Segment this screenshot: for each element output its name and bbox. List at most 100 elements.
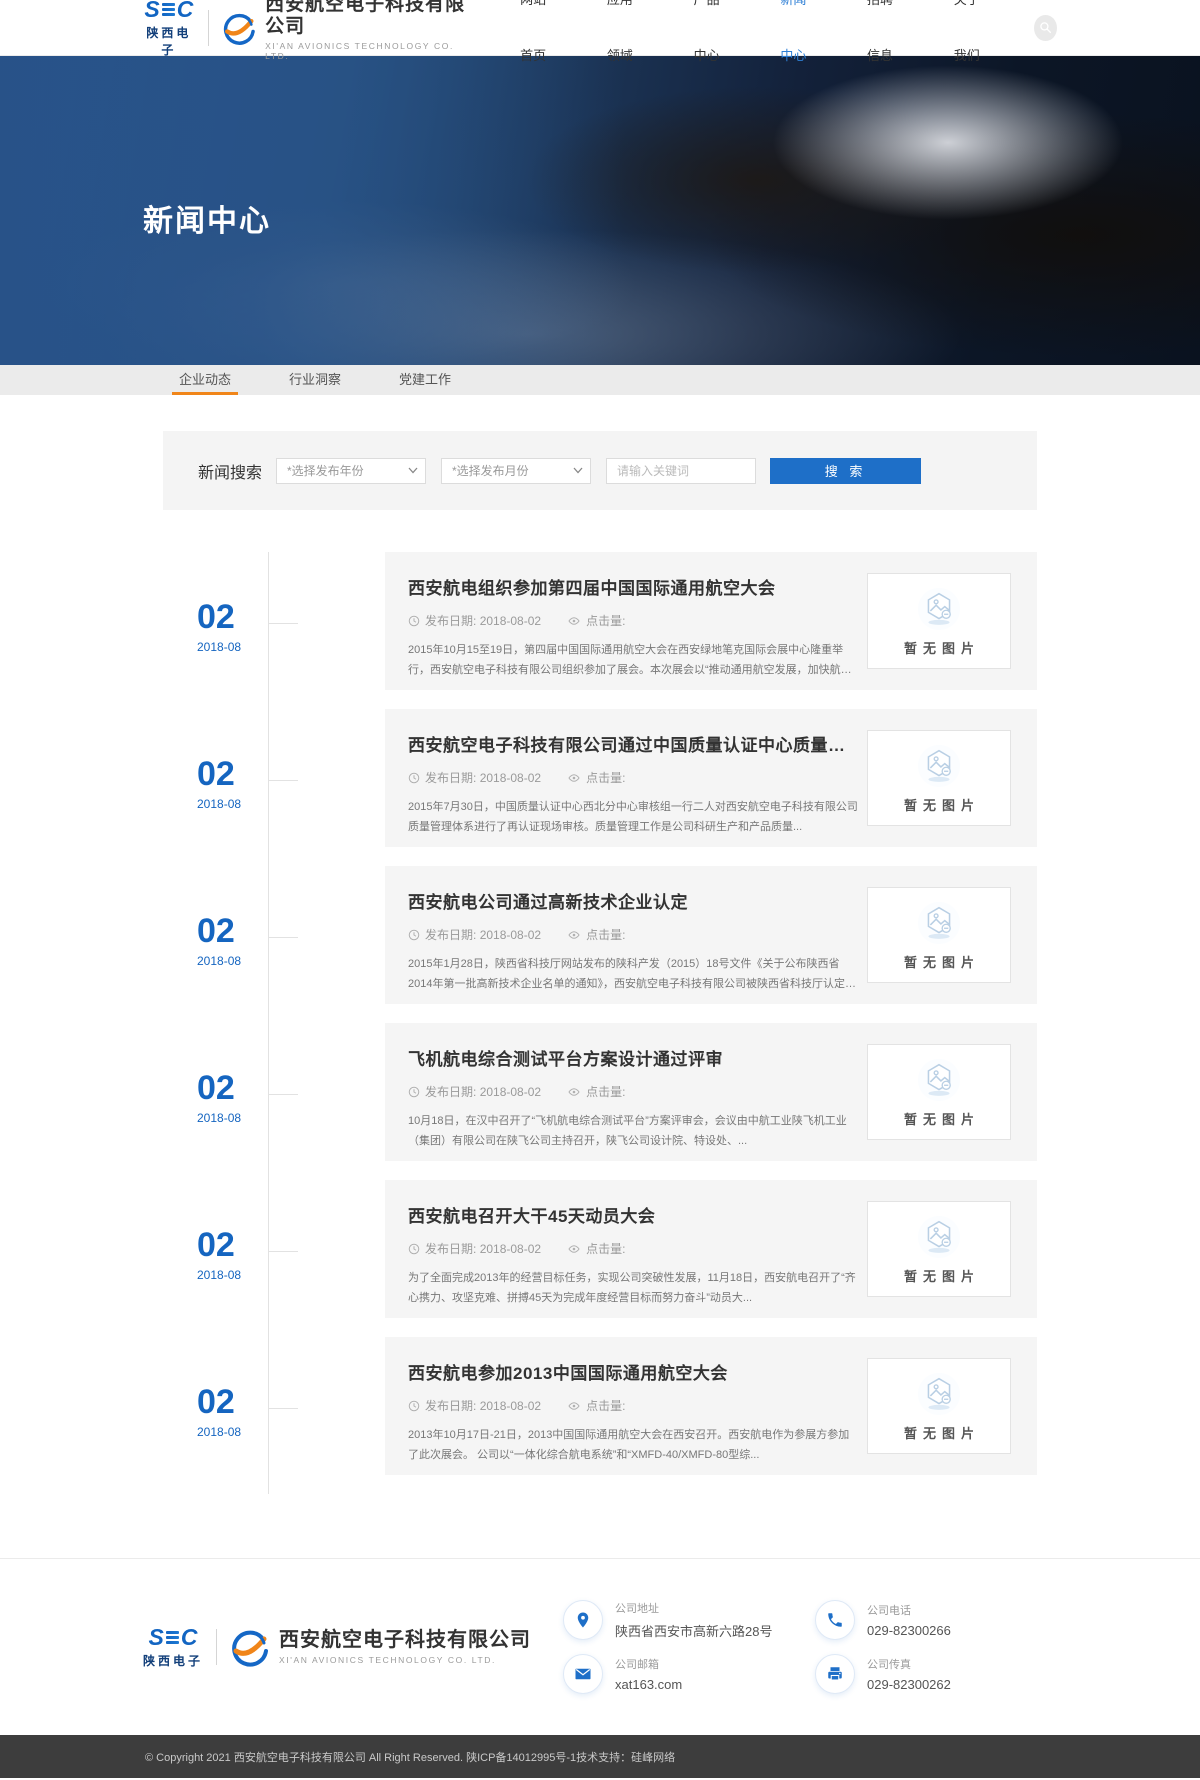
news-item-day: 02 bbox=[197, 1385, 241, 1419]
clock-icon bbox=[408, 929, 420, 941]
nav-item-4[interactable]: 招聘信息 bbox=[867, 0, 906, 84]
news-card[interactable]: 西安航电公司通过高新技术企业认定 发布日期: 2018-08-02 点击量: 2… bbox=[385, 866, 1037, 1004]
views-label: 点击量: bbox=[586, 769, 625, 786]
no-image-placeholder: 暂无图片 bbox=[867, 1201, 1011, 1297]
news-item-month: 2018-08 bbox=[197, 1425, 241, 1439]
views-icon bbox=[567, 1243, 581, 1255]
publish-date-value: 2018-08-02 bbox=[480, 1085, 541, 1099]
contact-label: 公司传真 bbox=[867, 1656, 951, 1672]
nav-item-1[interactable]: 应用领域 bbox=[607, 0, 646, 84]
news-item-excerpt: 2013年10月17日-21日，2013中国国际通用航空大会在西安召开。西安航电… bbox=[408, 1425, 858, 1465]
news-item-day: 02 bbox=[197, 1228, 241, 1262]
nav-item-3[interactable]: 新闻中心 bbox=[780, 0, 819, 84]
tab-0[interactable]: 企业动态 bbox=[172, 365, 238, 395]
category-tabbar: 企业动态 行业洞察 党建工作 bbox=[0, 365, 1200, 395]
views-label: 点击量: bbox=[586, 1083, 625, 1100]
views-icon bbox=[567, 772, 581, 784]
footer-brand: S C 陕西电子 西安航空电子科技有限公司 XI'AN AVIONICS TEC… bbox=[143, 1626, 531, 1669]
timeline-connector bbox=[268, 780, 298, 781]
news-item-month: 2018-08 bbox=[197, 1268, 241, 1282]
contact-value: 029-82300262 bbox=[867, 1677, 951, 1692]
news-card[interactable]: 西安航空电子科技有限公司通过中国质量认证中心质量管理体系再认证... 发布日期:… bbox=[385, 709, 1037, 847]
no-image-placeholder: 暂无图片 bbox=[867, 1358, 1011, 1454]
news-item-date-block: 02 2018-08 bbox=[197, 914, 241, 968]
publish-date-label: 发布日期: bbox=[425, 926, 476, 943]
company-name-en: XI'AN AVIONICS TECHNOLOGY CO. LTD. bbox=[265, 41, 472, 61]
chevron-down-icon bbox=[408, 467, 418, 474]
news-item-date-block: 02 2018-08 bbox=[197, 757, 241, 811]
search-button[interactable] bbox=[1034, 15, 1057, 41]
news-card[interactable]: 飞机航电综合测试平台方案设计通过评审 发布日期: 2018-08-02 点击量:… bbox=[385, 1023, 1037, 1161]
contact-icon-circle bbox=[815, 1654, 855, 1694]
contact-label: 公司电话 bbox=[867, 1602, 951, 1618]
news-item-title[interactable]: 飞机航电综合测试平台方案设计通过评审 bbox=[408, 1045, 848, 1070]
views-label: 点击量: bbox=[586, 612, 625, 629]
nav-item-5[interactable]: 关于我们 bbox=[954, 0, 993, 84]
footer-contact-item: 公司地址 陕西省西安市高新六路28号 bbox=[563, 1600, 815, 1640]
news-item-excerpt: 为了全面完成2013年的经营目标任务，实现公司突破性发展，11月18日，西安航电… bbox=[408, 1268, 858, 1308]
news-item-title[interactable]: 西安航电参加2013中国国际通用航空大会 bbox=[408, 1359, 848, 1384]
news-item-title[interactable]: 西安航空电子科技有限公司通过中国质量认证中心质量管理体系再认证... bbox=[408, 731, 848, 756]
timeline-connector bbox=[268, 1408, 298, 1409]
news-item-title[interactable]: 西安航电公司通过高新技术企业认定 bbox=[408, 888, 848, 913]
news-item-title[interactable]: 西安航电召开大干45天动员大会 bbox=[408, 1202, 848, 1227]
news-item-excerpt: 10月18日，在汉中召开了“飞机航电综合测试平台”方案评审会，会议由中航工业陕飞… bbox=[408, 1111, 858, 1151]
publish-date-value: 2018-08-02 bbox=[480, 1242, 541, 1256]
main-nav: 网站首页 应用领域 产品中心 新闻中心 招聘信息 关于我们 bbox=[472, 0, 1057, 84]
news-item[interactable]: 02 2018-08 西安航空电子科技有限公司通过中国质量认证中心质量管理体系再… bbox=[163, 709, 1037, 847]
no-image-placeholder: 暂无图片 bbox=[867, 573, 1011, 669]
company-name: 西安航空电子科技有限公司 bbox=[265, 0, 472, 38]
views-icon bbox=[567, 929, 581, 941]
news-item-day: 02 bbox=[197, 1071, 241, 1105]
news-item-month: 2018-08 bbox=[197, 1111, 241, 1125]
news-item-excerpt: 2015年1月28日，陕西省科技厅网站发布的陕科产发（2015）18号文件《关于… bbox=[408, 954, 858, 994]
header-brand: S C 陕西电子 西安航空电子科技有限公司 XI'AN AVIONICS TEC… bbox=[143, 0, 472, 61]
views-icon bbox=[567, 1086, 581, 1098]
nav-item-2[interactable]: 产品中心 bbox=[694, 0, 733, 84]
search-submit-button[interactable]: 搜 索 bbox=[770, 458, 921, 484]
news-item[interactable]: 02 2018-08 西安航电参加2013中国国际通用航空大会 发布日期: 20… bbox=[163, 1337, 1037, 1475]
news-item-day: 02 bbox=[197, 757, 241, 791]
no-image-text: 暂无图片 bbox=[898, 1423, 980, 1442]
month-select[interactable]: *选择发布月份 bbox=[441, 458, 591, 484]
sec-logo-bars bbox=[162, 3, 175, 16]
nav-item-0[interactable]: 网站首页 bbox=[520, 0, 559, 84]
news-card[interactable]: 西安航电参加2013中国国际通用航空大会 发布日期: 2018-08-02 点击… bbox=[385, 1337, 1037, 1475]
news-item-excerpt: 2015年10月15至19日，第四届中国国际通用航空大会在西安绿地笔克国际会展中… bbox=[408, 640, 858, 680]
copyright-text: © Copyright 2021 西安航空电子科技有限公司 All Right … bbox=[145, 1752, 675, 1764]
chevron-down-icon bbox=[573, 467, 583, 474]
keyword-input[interactable] bbox=[606, 458, 756, 484]
news-item-excerpt: 2015年7月30日，中国质量认证中心西北分中心审核组一行二人对西安航空电子科技… bbox=[408, 797, 858, 837]
publish-date-value: 2018-08-02 bbox=[480, 614, 541, 628]
clock-icon bbox=[408, 1243, 420, 1255]
no-image-placeholder: 暂无图片 bbox=[867, 730, 1011, 826]
no-image-icon bbox=[916, 1371, 962, 1417]
news-item-title[interactable]: 西安航电组织参加第四届中国国际通用航空大会 bbox=[408, 574, 848, 599]
tab-1[interactable]: 行业洞察 bbox=[282, 365, 348, 395]
no-image-text: 暂无图片 bbox=[898, 1266, 980, 1285]
no-image-text: 暂无图片 bbox=[898, 795, 980, 814]
contact-icon-circle bbox=[815, 1600, 855, 1640]
contact-icon-circle bbox=[563, 1600, 603, 1640]
company-name: 西安航空电子科技有限公司 bbox=[279, 1629, 531, 1652]
envelope-icon bbox=[574, 1665, 592, 1683]
publish-date-label: 发布日期: bbox=[425, 612, 476, 629]
news-card[interactable]: 西安航电组织参加第四届中国国际通用航空大会 发布日期: 2018-08-02 点… bbox=[385, 552, 1037, 690]
no-image-text: 暂无图片 bbox=[898, 638, 980, 657]
timeline-connector bbox=[268, 623, 298, 624]
contact-value: 029-82300266 bbox=[867, 1623, 951, 1638]
contact-label: 公司邮箱 bbox=[615, 1656, 682, 1672]
news-item[interactable]: 02 2018-08 飞机航电综合测试平台方案设计通过评审 发布日期: 2018… bbox=[163, 1023, 1037, 1161]
news-item[interactable]: 02 2018-08 西安航电召开大干45天动员大会 发布日期: 2018-08… bbox=[163, 1180, 1037, 1318]
news-item-day: 02 bbox=[197, 600, 241, 634]
news-item[interactable]: 02 2018-08 西安航电公司通过高新技术企业认定 发布日期: 2018-0… bbox=[163, 866, 1037, 1004]
news-item[interactable]: 02 2018-08 西安航电组织参加第四届中国国际通用航空大会 发布日期: 2… bbox=[163, 552, 1037, 690]
year-select[interactable]: *选择发布年份 bbox=[276, 458, 426, 484]
tab-2[interactable]: 党建工作 bbox=[392, 365, 458, 395]
news-card[interactable]: 西安航电召开大干45天动员大会 发布日期: 2018-08-02 点击量: 为了… bbox=[385, 1180, 1037, 1318]
sec-logo-caption: 陕西电子 bbox=[143, 1652, 203, 1669]
clock-icon bbox=[408, 1400, 420, 1412]
publish-date-label: 发布日期: bbox=[425, 769, 476, 786]
no-image-text: 暂无图片 bbox=[898, 952, 980, 971]
search-panel-label: 新闻搜索 bbox=[198, 459, 262, 483]
